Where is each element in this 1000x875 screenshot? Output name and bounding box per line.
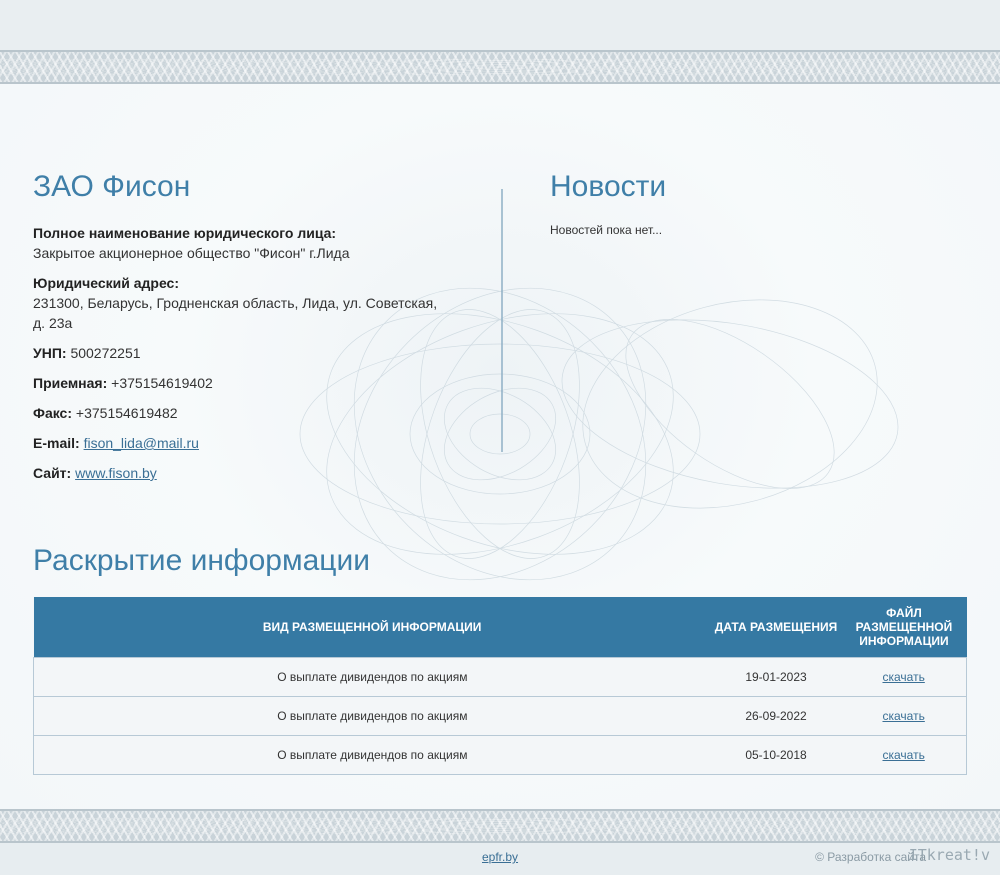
header-file: ФАЙЛ РАЗМЕЩЕННОЙ ИНФОРМАЦИИ: [855, 605, 953, 648]
field-label: Юридический адрес:: [33, 275, 179, 291]
disclosure-section: Раскрытие информации ВИД РАЗМЕЩЕННОЙ ИНФ…: [33, 541, 967, 775]
email-link[interactable]: fison_lida@mail.ru: [84, 435, 199, 451]
field-label: Приемная:: [33, 375, 108, 391]
download-link[interactable]: скачать: [882, 670, 924, 684]
field-email: E-mail: fison_lida@mail.ru: [33, 433, 443, 453]
cell-info-type: О выплате дивидендов по акциям: [33, 734, 711, 775]
developer-logo[interactable]: ITkreat!v: [909, 846, 990, 864]
field-label: Сайт:: [33, 465, 72, 481]
table-header-row: ВИД РАЗМЕЩЕННОЙ ИНФОРМАЦИИ ДАТА РАЗМЕЩЕН…: [33, 597, 967, 657]
header-date: ДАТА РАЗМЕЩЕНИЯ: [714, 619, 838, 634]
site-link[interactable]: www.fison.by: [75, 465, 157, 481]
table-row: О выплате дивидендов по акциям 19-01-202…: [33, 656, 967, 696]
field-fax: Факс: +375154619482: [33, 403, 443, 423]
download-link[interactable]: скачать: [882, 709, 924, 723]
field-label: E-mail:: [33, 435, 80, 451]
table-row: О выплате дивидендов по акциям 26-09-202…: [33, 695, 967, 735]
table-row: О выплате дивидендов по акциям 05-10-201…: [33, 734, 967, 775]
field-label: УНП:: [33, 345, 67, 361]
company-title: ЗАО Фисон: [33, 170, 191, 203]
footer: epfr.by © Разработка сайта ITkreat!v: [0, 843, 1000, 875]
decorative-border-top: [0, 50, 1000, 84]
cell-date: 19-01-2023: [710, 656, 842, 696]
cell-info-type: О выплате дивидендов по акциям: [33, 656, 711, 696]
download-link[interactable]: скачать: [882, 748, 924, 762]
main-content: ЗАО Фисон Полное наименование юридическо…: [0, 84, 1000, 809]
cell-file: скачать: [841, 734, 967, 775]
footer-site-link[interactable]: epfr.by: [482, 850, 518, 864]
field-site: Сайт: www.fison.by: [33, 463, 443, 483]
field-label: Полное наименование юридического лица:: [33, 225, 337, 241]
top-bar: [0, 0, 1000, 50]
news-section: Новости Новостей пока нет...: [550, 167, 970, 237]
field-value: 231300, Беларусь, Гродненская область, Л…: [33, 295, 438, 331]
news-empty-text: Новостей пока нет...: [550, 223, 663, 237]
field-value: Закрытое акционерное общество "Фисон" г.…: [33, 245, 350, 261]
disclosure-title: Раскрытие информации: [33, 544, 370, 577]
field-value: 500272251: [70, 345, 141, 361]
field-value: +375154619482: [75, 405, 178, 421]
field-reception: Приемная: +375154619402: [33, 373, 443, 393]
company-info-section: ЗАО Фисон Полное наименование юридическо…: [33, 167, 443, 493]
column-divider: [501, 189, 503, 452]
cell-file: скачать: [841, 695, 967, 735]
field-legal-address: Юридический адрес: 231300, Беларусь, Гро…: [33, 273, 443, 333]
cell-file: скачать: [841, 656, 967, 696]
header-info-type: ВИД РАЗМЕЩЕННОЙ ИНФОРМАЦИИ: [262, 619, 482, 634]
news-title: Новости: [550, 170, 667, 203]
field-full-name: Полное наименование юридического лица: З…: [33, 223, 443, 263]
field-unp: УНП: 500272251: [33, 343, 443, 363]
field-label: Факс:: [33, 405, 73, 421]
cell-date: 26-09-2022: [710, 695, 842, 735]
cell-info-type: О выплате дивидендов по акциям: [33, 695, 711, 735]
disclosure-table: ВИД РАЗМЕЩЕННОЙ ИНФОРМАЦИИ ДАТА РАЗМЕЩЕН…: [33, 597, 967, 775]
cell-date: 05-10-2018: [710, 734, 842, 775]
field-value: +375154619402: [111, 375, 213, 391]
decorative-border-bottom: [0, 809, 1000, 843]
